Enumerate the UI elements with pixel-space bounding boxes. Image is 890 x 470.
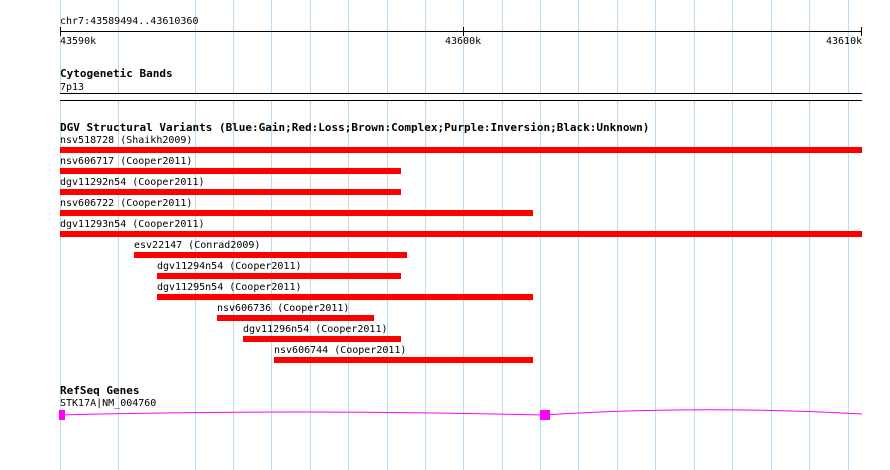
- variant-label: dgv11296n54 (Cooper2011): [243, 324, 388, 335]
- variant-label: nsv606736 (Cooper2011): [217, 303, 350, 314]
- gene-model[interactable]: [58, 405, 864, 425]
- ruler-tick: [60, 27, 61, 36]
- variant-bar[interactable]: [243, 336, 401, 342]
- variant-label: nsv606717 (Cooper2011): [60, 156, 193, 167]
- gene-exon: [59, 410, 65, 420]
- ruler-tick: [861, 27, 862, 36]
- variant-bar[interactable]: [60, 147, 862, 153]
- variant-bar[interactable]: [60, 168, 401, 174]
- variant-bar[interactable]: [274, 357, 533, 363]
- ruler-tick: [463, 27, 464, 36]
- ruler-range-label: chr7:43589494..43610360: [60, 16, 199, 27]
- variant-label: dgv11293n54 (Cooper2011): [60, 219, 205, 230]
- variant-bar[interactable]: [157, 273, 401, 279]
- variant-bar[interactable]: [60, 231, 862, 237]
- cytoband-bar[interactable]: [60, 93, 862, 101]
- variant-label: dgv11294n54 (Cooper2011): [157, 261, 302, 272]
- gene-exon: [540, 410, 550, 420]
- ruler-tick-label: 43590k: [60, 36, 97, 47]
- track-title: RefSeq Genes: [60, 384, 140, 397]
- track-title: DGV Structural Variants (Blue:Gain;Red:L…: [60, 121, 650, 134]
- ruler-tick-label: 43600k: [445, 36, 482, 47]
- variant-bar[interactable]: [60, 189, 401, 195]
- variant-label: nsv606744 (Cooper2011): [274, 345, 407, 356]
- variant-bar[interactable]: [134, 252, 407, 258]
- gene-intron-line: [59, 409, 863, 416]
- variant-bar[interactable]: [217, 315, 374, 321]
- track-title: Cytogenetic Bands: [60, 67, 173, 80]
- ruler-line: [60, 31, 862, 32]
- cytoband-label: 7p13: [60, 82, 85, 93]
- variant-label: esv22147 (Conrad2009): [134, 240, 261, 251]
- variant-label: nsv606722 (Cooper2011): [60, 198, 193, 209]
- variant-label: dgv11295n54 (Cooper2011): [157, 282, 302, 293]
- variant-label: dgv11292n54 (Cooper2011): [60, 177, 205, 188]
- variant-bar[interactable]: [157, 294, 533, 300]
- ruler-tick-label: 43610k: [826, 36, 863, 47]
- variant-bar[interactable]: [60, 210, 533, 216]
- variant-label: nsv518728 (Shaikh2009): [60, 135, 193, 146]
